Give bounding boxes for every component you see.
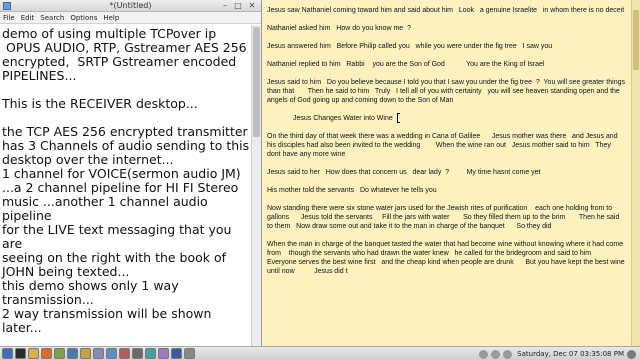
editor-scrollbar[interactable] [251, 25, 261, 346]
editor-scrollbar-thumb[interactable] [253, 27, 260, 137]
menu-icon[interactable] [2, 348, 13, 359]
window-icon[interactable] [184, 348, 195, 359]
live-text-content: Jesus saw Nathaniel coming toward him an… [263, 0, 640, 276]
text-paragraph: His mother told the servants Do whatever… [267, 187, 437, 194]
window-icon[interactable] [171, 348, 182, 359]
menu-help[interactable]: Help [103, 12, 119, 23]
editor-text-area[interactable]: demo of using multiple TCPover ip OPUS A… [0, 25, 252, 346]
text-paragraph: Jesus saw Nathaniel coming toward him an… [267, 7, 625, 14]
volume-icon[interactable] [491, 349, 501, 359]
monitor-icon[interactable] [67, 348, 78, 359]
power-icon[interactable] [627, 349, 636, 359]
taskbar: Saturday, Dec 07 03:35:08 PM [0, 346, 640, 360]
window-icon[interactable] [106, 348, 117, 359]
text-paragraph: Nathaniel replied to him Rabbi you are t… [267, 61, 545, 68]
files-icon[interactable] [28, 348, 39, 359]
text-paragraph: Nathaniel asked him How do you know me ? [267, 25, 411, 32]
live-text-panel[interactable]: Jesus saw Nathaniel coming toward him an… [263, 0, 640, 346]
panel-scrollbar[interactable] [631, 0, 640, 346]
window-icon[interactable] [145, 348, 156, 359]
minimize-icon[interactable]: – [220, 1, 230, 10]
close-icon[interactable]: ✕ [247, 1, 257, 10]
system-tray: Saturday, Dec 07 03:35:08 PM [476, 349, 636, 359]
window-icon[interactable] [119, 348, 130, 359]
panel-scrollbar-thumb[interactable] [633, 10, 639, 70]
text-paragraph: Jesus said to her How does that concern … [267, 169, 541, 176]
menu-search[interactable]: Search [40, 12, 64, 23]
text-paragraph: When the man in charge of the banquet ta… [267, 241, 627, 275]
text-paragraph: Jesus said to him Do you believe because… [267, 79, 627, 104]
network-icon[interactable] [479, 349, 489, 359]
window-icon[interactable] [158, 348, 169, 359]
section-heading: Jesus Changes Water into Wine [293, 115, 393, 122]
text-paragraph: Now standing there were six stone water … [267, 205, 622, 230]
browser-icon[interactable] [41, 348, 52, 359]
text-paragraph: Jesus answered him Before Philip called … [267, 43, 553, 50]
menu-file[interactable]: File [3, 12, 15, 23]
menu-bar: File Edit Search Options Help [0, 12, 261, 24]
text-paragraph: On the third day of that week there was … [267, 133, 620, 158]
text-editor-icon[interactable] [54, 348, 65, 359]
menu-edit[interactable]: Edit [21, 12, 35, 23]
clock[interactable]: Saturday, Dec 07 03:35:08 PM [517, 349, 624, 359]
editor-content[interactable]: demo of using multiple TCPover ip OPUS A… [2, 27, 250, 335]
text-editor-window[interactable]: *(Untitled) – □ ✕ File Edit Search Optio… [0, 0, 262, 346]
text-cursor-icon [397, 113, 400, 123]
editor-titlebar[interactable]: *(Untitled) – □ ✕ [0, 0, 261, 12]
menu-options[interactable]: Options [70, 12, 97, 23]
terminal-icon[interactable] [15, 348, 26, 359]
window-icon[interactable] [132, 348, 143, 359]
folder-icon[interactable] [80, 348, 91, 359]
update-icon[interactable] [503, 349, 513, 359]
window-icon[interactable] [93, 348, 104, 359]
maximize-icon[interactable]: □ [233, 1, 243, 10]
